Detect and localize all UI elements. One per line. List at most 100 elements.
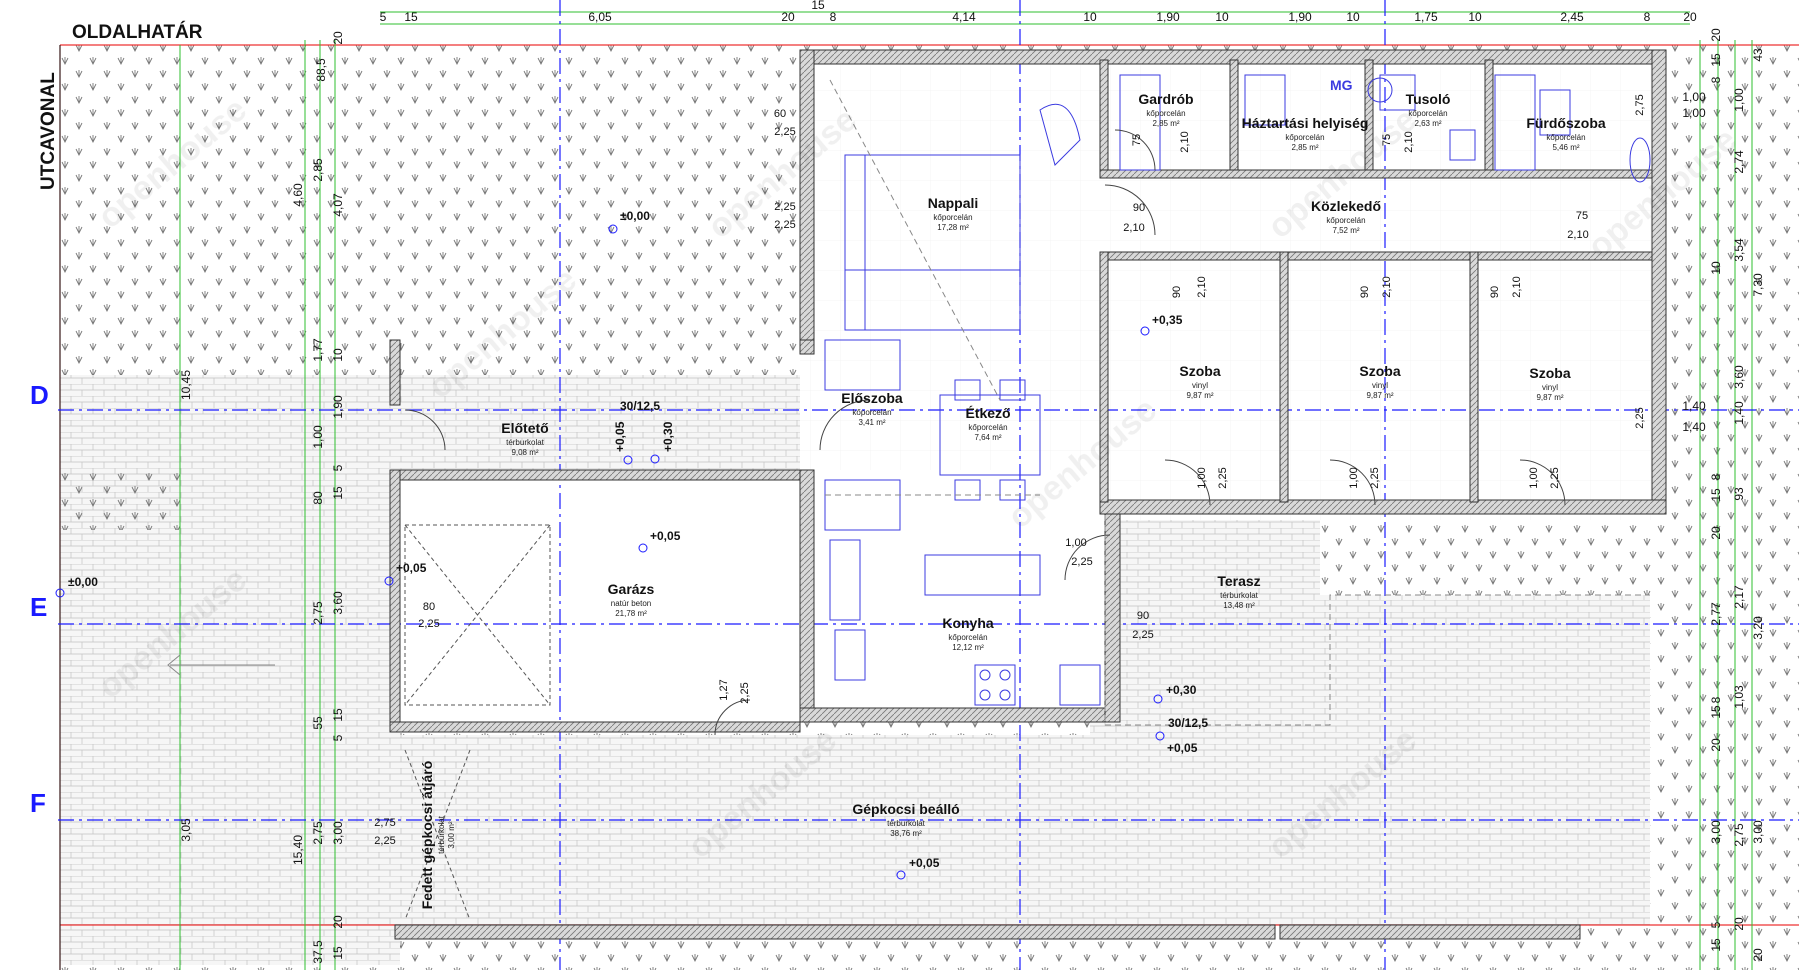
axis-label-f: F [30,788,46,818]
svg-text:60: 60 [774,108,786,120]
svg-text:Előszoba: Előszoba [841,390,903,406]
svg-text:Szoba: Szoba [1359,363,1400,379]
svg-text:2,75: 2,75 [1732,823,1746,847]
svg-text:10: 10 [331,348,345,362]
svg-text:2,85 m²: 2,85 m² [1291,143,1318,152]
svg-text:1,00: 1,00 [1348,467,1360,488]
svg-text:1,27: 1,27 [718,679,730,700]
svg-text:3,54: 3,54 [1732,238,1746,262]
svg-text:1,90: 1,90 [1156,10,1180,24]
svg-text:20: 20 [781,10,795,24]
svg-text:15,40: 15,40 [291,835,305,865]
svg-text:2,75: 2,75 [311,821,325,845]
svg-text:8: 8 [1709,76,1723,83]
svg-text:1,00: 1,00 [1065,537,1086,549]
svg-text:15: 15 [1709,488,1723,502]
svg-text:75: 75 [1576,210,1588,222]
svg-text:38,76 m²: 38,76 m² [890,829,922,838]
axis-labels: D E F [30,380,49,818]
svg-text:Fürdőszoba: Fürdőszoba [1526,115,1606,131]
svg-text:20: 20 [1732,917,1746,931]
svg-text:kőporcelán: kőporcelán [1146,109,1185,118]
svg-text:7,64 m²: 7,64 m² [974,433,1001,442]
street-line-label: UTCAVONAL [38,72,59,190]
svg-text:10: 10 [1346,10,1360,24]
svg-text:15: 15 [331,946,345,960]
svg-text:43: 43 [1751,48,1765,62]
svg-text:+0,05: +0,05 [909,856,940,870]
room-terasz: Terasz térburkolat 13,48 m² [1217,573,1260,610]
svg-text:8: 8 [830,10,837,24]
svg-text:Nappali: Nappali [928,195,979,211]
svg-text:2,25: 2,25 [418,618,439,630]
svg-text:2,25: 2,25 [774,126,795,138]
svg-text:80: 80 [423,601,435,613]
svg-text:15: 15 [811,0,825,12]
svg-text:55: 55 [311,716,325,730]
svg-text:Étkező: Étkező [965,405,1010,421]
svg-text:20: 20 [331,915,345,929]
svg-text:2,25: 2,25 [1549,467,1561,488]
svg-text:térburkolat: térburkolat [437,815,446,854]
svg-text:kőporcelán: kőporcelán [1326,216,1365,225]
svg-text:75: 75 [1131,134,1143,146]
svg-text:Garázs: Garázs [608,581,655,597]
svg-text:15: 15 [331,486,345,500]
svg-text:Háztartási helyiség: Háztartási helyiség [1242,115,1369,131]
svg-text:2,85: 2,85 [311,158,325,182]
svg-text:térburkolat: térburkolat [1220,591,1259,600]
svg-text:3,60: 3,60 [1732,365,1746,389]
svg-text:12,12 m²: 12,12 m² [952,643,984,652]
svg-text:15: 15 [1709,938,1723,952]
floor-plan: OLDALHATÁR UTCAVONAL MG D E F Nappali kő… [30,0,1799,970]
svg-text:+0,05: +0,05 [1167,741,1198,755]
svg-text:15: 15 [331,708,345,722]
svg-text:6,05: 6,05 [588,10,612,24]
svg-text:vinyl: vinyl [1372,381,1388,390]
svg-text:2,25: 2,25 [1369,467,1381,488]
svg-text:2,75: 2,75 [311,601,325,625]
svg-text:9,87 m²: 9,87 m² [1366,391,1393,400]
svg-text:+0,30: +0,30 [1166,683,1197,697]
svg-text:1,03: 1,03 [1732,685,1746,709]
svg-text:2,10: 2,10 [1381,276,1393,297]
svg-text:88,5: 88,5 [314,58,328,82]
svg-text:80: 80 [311,491,325,505]
svg-text:10: 10 [1083,10,1097,24]
svg-text:3,05: 3,05 [179,818,193,842]
svg-text:2,25: 2,25 [774,219,795,231]
svg-text:1,40: 1,40 [1682,399,1706,413]
svg-text:10: 10 [1215,10,1229,24]
svg-text:10: 10 [1468,10,1482,24]
svg-text:2,10: 2,10 [1511,276,1523,297]
svg-text:vinyl: vinyl [1542,383,1558,392]
svg-text:1,40: 1,40 [1682,420,1706,434]
svg-text:vinyl: vinyl [1192,381,1208,390]
svg-text:+0,35: +0,35 [1152,313,1183,327]
svg-text:4,60: 4,60 [291,183,305,207]
svg-text:1,00: 1,00 [1732,88,1746,112]
svg-text:Gépkocsi beálló: Gépkocsi beálló [852,801,959,817]
svg-text:2,75: 2,75 [1634,94,1646,115]
svg-text:15: 15 [404,10,418,24]
svg-text:1,77: 1,77 [311,338,325,362]
svg-text:Szoba: Szoba [1529,365,1570,381]
svg-text:natúr beton: natúr beton [611,599,651,608]
svg-text:1,00: 1,00 [1682,106,1706,120]
svg-text:kőporcelán: kőporcelán [968,423,1007,432]
svg-text:Szoba: Szoba [1179,363,1220,379]
svg-text:21,78 m²: 21,78 m² [615,609,647,618]
svg-text:Gardrób: Gardrób [1138,91,1193,107]
svg-text:kőporcelán: kőporcelán [1285,133,1324,142]
svg-text:5: 5 [331,734,345,741]
svg-text:2,25: 2,25 [1071,556,1092,568]
svg-text:9,87 m²: 9,87 m² [1186,391,1213,400]
svg-text:térburkolat: térburkolat [506,438,545,447]
svg-text:2,85 m²: 2,85 m² [1152,119,1179,128]
svg-text:térburkolat: térburkolat [887,819,926,828]
svg-text:3,00 m²: 3,00 m² [447,821,456,848]
svg-text:5: 5 [331,464,345,471]
svg-text:20: 20 [1751,948,1765,962]
svg-text:90: 90 [1171,286,1183,298]
svg-text:5,46 m²: 5,46 m² [1552,143,1579,152]
